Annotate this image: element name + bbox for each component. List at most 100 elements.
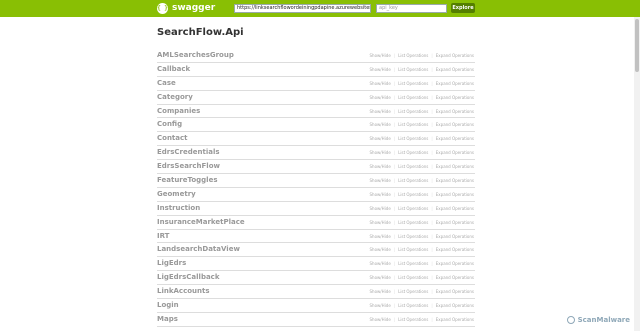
list-operations-link[interactable]: List Operations — [398, 192, 428, 197]
separator: | — [431, 164, 433, 170]
list-operations-link[interactable]: List Operations — [398, 275, 428, 280]
resource-name-link[interactable]: LigEdrs — [157, 259, 186, 268]
explore-button[interactable]: Explore — [451, 3, 475, 13]
expand-operations-link[interactable]: Expand Operations — [436, 275, 474, 280]
show-hide-link[interactable]: Show/Hide — [370, 178, 391, 183]
list-operations-link[interactable]: List Operations — [398, 67, 428, 72]
page-title: SearchFlow.Api — [157, 27, 244, 38]
separator: | — [393, 233, 396, 239]
expand-operations-link[interactable]: Expand Operations — [436, 206, 474, 211]
list-operations-link[interactable]: List Operations — [398, 261, 428, 266]
resource-name-link[interactable]: EdrsSearchFlow — [157, 162, 220, 171]
resource-name-link[interactable]: Callback — [157, 65, 190, 74]
show-hide-link[interactable]: Show/Hide — [370, 247, 391, 252]
resource-name-link[interactable]: Geometry — [157, 190, 196, 199]
resource-name-link[interactable]: Contact — [157, 134, 188, 143]
api-key-input[interactable]: api_key — [376, 4, 447, 13]
list-operations-link[interactable]: List Operations — [398, 247, 428, 252]
separator: | — [431, 275, 433, 281]
resource-name-link[interactable]: AMLSearchesGroup — [157, 51, 234, 60]
show-hide-link[interactable]: Show/Hide — [370, 67, 391, 72]
list-operations-link[interactable]: List Operations — [398, 317, 428, 322]
list-operations-link[interactable]: List Operations — [398, 53, 428, 58]
resource-row: EdrsCredentials Show/Hide | List Operations… — [157, 146, 475, 161]
show-hide-link[interactable]: Show/Hide — [370, 122, 391, 127]
resource-name-link[interactable]: Maps — [157, 315, 178, 324]
show-hide-link[interactable]: Show/Hide — [370, 220, 391, 225]
expand-operations-link[interactable]: Expand Operations — [436, 192, 474, 197]
expand-operations-link[interactable]: Expand Operations — [436, 289, 474, 294]
expand-operations-link[interactable]: Expand Operations — [436, 234, 474, 239]
expand-operations-link[interactable]: Expand Operations — [436, 81, 474, 86]
show-hide-link[interactable]: Show/Hide — [370, 109, 391, 114]
expand-operations-link[interactable]: Expand Operations — [436, 122, 474, 127]
resource-name-link[interactable]: Companies — [157, 107, 200, 116]
show-hide-link[interactable]: Show/Hide — [370, 303, 391, 308]
expand-operations-link[interactable]: Expand Operations — [436, 95, 474, 100]
scrollbar-thumb[interactable] — [635, 19, 639, 72]
resource-name-link[interactable]: InsuranceMarketPlace — [157, 218, 245, 227]
expand-operations-link[interactable]: Expand Operations — [436, 136, 474, 141]
expand-operations-link[interactable]: Expand Operations — [436, 261, 474, 266]
separator: | — [393, 289, 396, 295]
api-url-input[interactable]: https://linksearchflowordeiningpdapine.a… — [234, 4, 371, 13]
expand-operations-link[interactable]: Expand Operations — [436, 317, 474, 322]
separator: | — [431, 247, 433, 253]
list-operations-link[interactable]: List Operations — [398, 206, 428, 211]
resource-row: Case Show/Hide | List Operations | Expand Ope… — [157, 77, 475, 91]
show-hide-link[interactable]: Show/Hide — [370, 150, 391, 155]
list-operations-link[interactable]: List Operations — [398, 150, 428, 155]
list-operations-link[interactable]: List Operations — [398, 136, 428, 141]
expand-operations-link[interactable]: Expand Operations — [436, 164, 474, 169]
separator: | — [393, 191, 396, 197]
show-hide-link[interactable]: Show/Hide — [370, 164, 391, 169]
resource-name-link[interactable]: LandsearchDataView — [157, 245, 240, 254]
resource-name-link[interactable]: EdrsCredentials — [157, 148, 220, 157]
expand-operations-link[interactable]: Expand Operations — [436, 220, 474, 225]
separator: | — [431, 205, 433, 211]
expand-operations-link[interactable]: Expand Operations — [436, 109, 474, 114]
show-hide-link[interactable]: Show/Hide — [370, 289, 391, 294]
list-operations-link[interactable]: List Operations — [398, 164, 428, 169]
list-operations-link[interactable]: List Operations — [398, 81, 428, 86]
resource-name-link[interactable]: Login — [157, 301, 179, 310]
show-hide-link[interactable]: Show/Hide — [370, 206, 391, 211]
resource-name-link[interactable]: FeatureToggles — [157, 176, 218, 185]
show-hide-link[interactable]: Show/Hide — [370, 261, 391, 266]
resource-row: LigEdrs Show/Hide | List Operations | Expand … — [157, 257, 475, 272]
resource-name-link[interactable]: LinkAccounts — [157, 287, 210, 296]
expand-operations-link[interactable]: Expand Operations — [436, 247, 474, 252]
show-hide-link[interactable]: Show/Hide — [370, 275, 391, 280]
resource-name-link[interactable]: LigEdrsCallback — [157, 273, 219, 282]
show-hide-link[interactable]: Show/Hide — [370, 317, 391, 322]
swagger-logo[interactable]: { } swagger — [157, 2, 215, 15]
expand-operations-link[interactable]: Expand Operations — [436, 178, 474, 183]
list-operations-link[interactable]: List Operations — [398, 178, 428, 183]
show-hide-link[interactable]: Show/Hide — [370, 192, 391, 197]
expand-operations-link[interactable]: Expand Operations — [436, 303, 474, 308]
list-operations-link[interactable]: List Operations — [398, 122, 428, 127]
list-operations-link[interactable]: List Operations — [398, 289, 428, 294]
show-hide-link[interactable]: Show/Hide — [370, 95, 391, 100]
show-hide-link[interactable]: Show/Hide — [370, 81, 391, 86]
separator: | — [393, 261, 396, 267]
resource-name-link[interactable]: Category — [157, 93, 193, 102]
list-operations-link[interactable]: List Operations — [398, 303, 428, 308]
resource-name-link[interactable]: Instruction — [157, 204, 200, 213]
list-operations-link[interactable]: List Operations — [398, 220, 428, 225]
show-hide-link[interactable]: Show/Hide — [370, 136, 391, 141]
expand-operations-link[interactable]: Expand Operations — [436, 67, 474, 72]
list-operations-link[interactable]: List Operations — [398, 95, 428, 100]
resource-name-link[interactable]: IRT — [157, 232, 169, 241]
list-operations-link[interactable]: List Operations — [398, 109, 428, 114]
resource-operations: Show/Hide | List Operations | Expand Operati… — [370, 150, 474, 156]
list-operations-link[interactable]: List Operations — [398, 234, 428, 239]
show-hide-link[interactable]: Show/Hide — [370, 53, 391, 58]
resource-name-link[interactable]: Config — [157, 120, 182, 129]
show-hide-link[interactable]: Show/Hide — [370, 234, 391, 239]
scrollbar[interactable] — [634, 17, 640, 331]
resource-operations: Show/Hide | List Operations | Expand Operati… — [370, 247, 474, 253]
expand-operations-link[interactable]: Expand Operations — [436, 53, 474, 58]
resource-name-link[interactable]: Case — [157, 79, 176, 88]
expand-operations-link[interactable]: Expand Operations — [436, 150, 474, 155]
